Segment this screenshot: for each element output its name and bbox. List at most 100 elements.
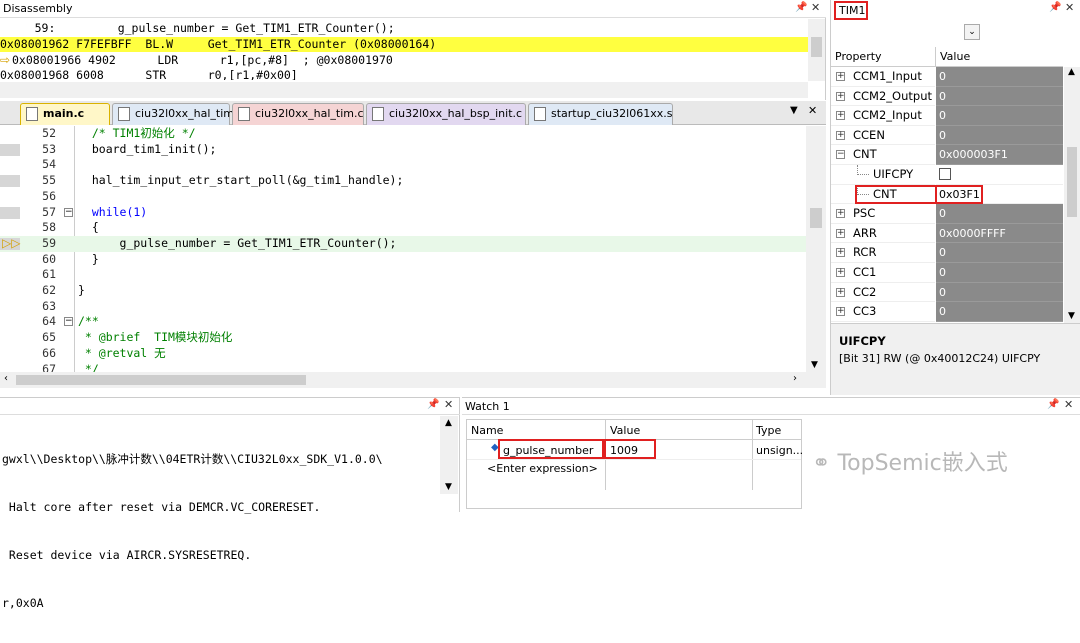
code-line[interactable]: 65 * @brief TIM模块初始化: [0, 330, 806, 346]
scroll-thumb[interactable]: [16, 375, 306, 385]
close-icon[interactable]: ✕: [811, 1, 820, 14]
tab-dropdown-icon[interactable]: ▼: [790, 105, 798, 116]
code-line[interactable]: 57− while(1): [0, 205, 806, 221]
code-line[interactable]: 66 * @retval 无: [0, 346, 806, 362]
property-value[interactable]: 0: [936, 243, 1063, 263]
tab-startup-s[interactable]: startup_ciu32l061xx.s: [528, 103, 673, 125]
scroll-thumb[interactable]: [810, 208, 822, 228]
line-number: 56: [42, 188, 56, 203]
fold-toggle-icon[interactable]: −: [64, 317, 73, 327]
property-value[interactable]: 0: [936, 263, 1063, 283]
code-editor[interactable]: 52 /* TIM1初始化 */53 board_tim1_init(); 54 5…: [0, 126, 806, 372]
property-row[interactable]: CNT 0x03F1: [831, 184, 1063, 205]
code-line[interactable]: 56: [0, 189, 806, 205]
property-row[interactable]: + CC3 0: [831, 302, 1063, 322]
command-output[interactable]: gwxl\\Desktop\\脉冲计数\\04ETR计数\\CIU32L0xx_…: [2, 419, 440, 643]
property-value[interactable]: 0x000003F1: [936, 145, 1063, 165]
property-value[interactable]: 0: [936, 86, 1063, 107]
uifcpy-checkbox[interactable]: [939, 168, 951, 180]
scroll-up-icon[interactable]: ▲: [445, 418, 452, 428]
disassembly-source-line[interactable]: 59: g_pulse_number = Get_TIM1_ETR_Counte…: [0, 21, 808, 36]
breakpoint-gutter[interactable]: [0, 175, 20, 188]
code-line[interactable]: 61: [0, 267, 806, 283]
tab-hal-tim-c[interactable]: ciu32l0xx_hal_tim.c: [232, 103, 364, 125]
scroll-up-icon[interactable]: ▲: [1068, 67, 1075, 77]
collapse-icon[interactable]: −: [836, 150, 845, 160]
property-value[interactable]: 0: [936, 302, 1063, 322]
code-line[interactable]: 63: [0, 299, 806, 315]
watch-row-new[interactable]: <Enter expression>: [467, 460, 801, 478]
command-scrollbar[interactable]: ▲ ▼: [440, 416, 458, 494]
property-row[interactable]: + RCR 0: [831, 243, 1063, 263]
expand-icon[interactable]: +: [836, 268, 845, 277]
property-row[interactable]: UIFCPY: [831, 165, 1063, 185]
property-row[interactable]: + CCM2_Input 0: [831, 106, 1063, 126]
scroll-thumb[interactable]: [1067, 147, 1077, 217]
property-value[interactable]: 0: [936, 282, 1063, 303]
pin-icon[interactable]: 📌: [427, 399, 439, 410]
breakpoint-gutter[interactable]: [0, 143, 20, 156]
scroll-thumb[interactable]: [811, 37, 822, 57]
close-icon[interactable]: ✕: [1065, 1, 1074, 14]
property-row[interactable]: + CCM1_Input 0: [831, 67, 1063, 87]
expand-icon[interactable]: +: [836, 248, 845, 258]
expand-icon[interactable]: +: [836, 307, 845, 317]
code-line[interactable]: 58 {: [0, 220, 806, 236]
pin-icon[interactable]: 📌: [1047, 399, 1059, 410]
code-line[interactable]: 60 }: [0, 252, 806, 268]
property-row[interactable]: + CCEN 0: [831, 125, 1063, 146]
scroll-down-icon[interactable]: ▼: [1068, 311, 1075, 321]
property-value[interactable]: 0: [936, 125, 1063, 146]
editor-hscroll[interactable]: ‹ ›: [0, 372, 826, 388]
property-value[interactable]: 0x0000FFFF: [936, 223, 1063, 244]
property-value[interactable]: 0: [936, 67, 1063, 87]
expand-icon[interactable]: +: [836, 130, 845, 140]
expand-icon[interactable]: +: [836, 228, 845, 238]
disassembly-scrollbar[interactable]: [808, 19, 825, 81]
breakpoint-gutter[interactable]: [0, 206, 20, 219]
disassembly-hscroll[interactable]: [0, 82, 808, 98]
scroll-down-icon[interactable]: ▼: [445, 482, 452, 492]
pin-icon[interactable]: 📌: [1049, 2, 1061, 13]
code-line[interactable]: 62}: [0, 283, 806, 299]
close-icon[interactable]: ✕: [1064, 398, 1073, 411]
expand-icon[interactable]: +: [836, 72, 845, 81]
close-icon[interactable]: ✕: [808, 104, 817, 117]
fold-toggle-icon[interactable]: −: [64, 207, 73, 217]
expand-icon[interactable]: +: [836, 287, 845, 297]
property-row[interactable]: + CCM2_Output 0: [831, 86, 1063, 107]
property-row[interactable]: + CC2 0: [831, 282, 1063, 303]
dropdown-icon[interactable]: ⌄: [964, 24, 980, 40]
code-line[interactable]: 54: [0, 157, 806, 173]
property-scrollbar[interactable]: ▲ ▼: [1064, 67, 1080, 323]
tab-main-c[interactable]: main.c: [20, 103, 110, 125]
pin-icon[interactable]: 📌: [795, 2, 807, 13]
disassembly-row[interactable]: 0x08001968 6008 STR r0,[r1,#0x00]: [0, 68, 808, 80]
expand-icon[interactable]: +: [836, 209, 845, 219]
code-line[interactable]: ▷▷ 59 g_pulse_number = Get_TIM1_ETR_Count…: [0, 235, 806, 252]
property-value[interactable]: 0: [936, 106, 1063, 126]
property-value[interactable]: [936, 165, 1063, 185]
scroll-right-icon[interactable]: ›: [793, 373, 797, 384]
property-row[interactable]: + ARR 0x0000FFFF: [831, 223, 1063, 244]
disassembly-current-line[interactable]: 0x08001962 F7FEFBFF BL.W Get_TIM1_ETR_Co…: [0, 37, 808, 52]
disassembly-row[interactable]: 0x08001966 4902 LDR r1,[pc,#8] ; @0x0800…: [12, 53, 808, 68]
tab-hal-tim-h[interactable]: ciu32l0xx_hal_tim.h: [112, 103, 244, 125]
editor-vscroll[interactable]: ▼: [806, 126, 826, 372]
code-line[interactable]: 64−/**: [0, 314, 806, 330]
tab-hal-bsp-init-c[interactable]: ciu32l0xx_hal_bsp_init.c: [366, 103, 526, 125]
property-row[interactable]: − CNT 0x000003F1: [831, 145, 1063, 165]
scroll-left-icon[interactable]: ‹: [4, 373, 8, 384]
code-line[interactable]: 55 hal_tim_input_etr_start_poll(&g_tim1_…: [0, 173, 806, 189]
scroll-down-icon[interactable]: ▼: [811, 360, 818, 370]
enter-expression[interactable]: <Enter expression>: [487, 462, 598, 475]
close-icon[interactable]: ✕: [444, 398, 453, 411]
property-row[interactable]: + CC1 0: [831, 263, 1063, 283]
code-line[interactable]: 52 /* TIM1初始化 */: [0, 126, 806, 142]
expand-icon[interactable]: +: [836, 111, 845, 121]
code-line[interactable]: 53 board_tim1_init();: [0, 142, 806, 158]
property-value[interactable]: 0: [936, 204, 1063, 224]
property-row[interactable]: + PSC 0: [831, 204, 1063, 224]
code-line[interactable]: 67 */: [0, 362, 806, 373]
expand-icon[interactable]: +: [836, 91, 845, 101]
